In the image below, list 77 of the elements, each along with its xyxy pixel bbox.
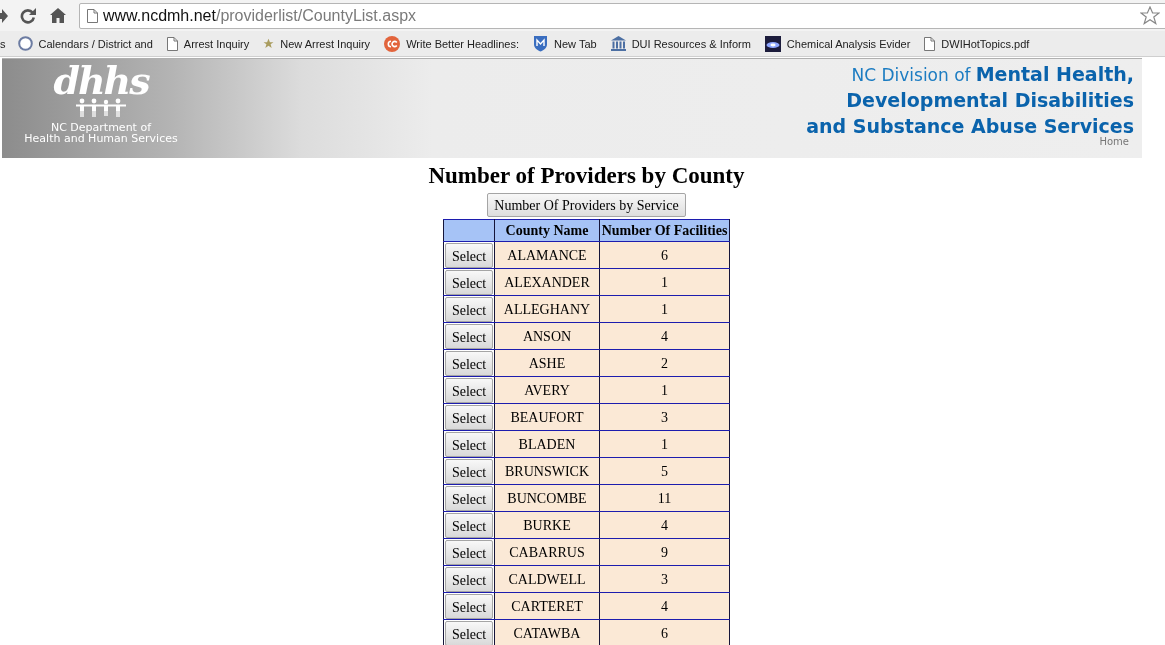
bookmark-link[interactable]: New Tab [526,34,604,53]
image-icon [764,35,781,52]
select-button[interactable]: Select [445,242,493,268]
reload-icon[interactable] [20,7,36,24]
select-button[interactable]: Select [445,539,493,565]
table-cell: ASHE [494,349,600,377]
bookmark-link[interactable]: Chemical Analysis Evider [757,34,918,53]
bookmark-link[interactable]: DWIHotTopics.pdf [917,34,1037,53]
table-cell: CABARRUS [494,538,600,566]
table-cell: BRUNSWICK [494,457,600,485]
table-cell: 4 [599,322,730,350]
bookmark-link[interactable]: s [0,34,11,53]
select-button[interactable]: Select [445,566,493,592]
table-cell: 4 [599,592,730,620]
division-title: NC Division of Mental Health, Developmental Disabilities and Substance Abuse Services [806,62,1134,137]
table-cell: CATAWBA [494,619,600,645]
table-cell: 11 [599,484,730,512]
table-cell: 1 [599,376,730,404]
table-cell: ANSON [494,322,600,350]
page-title: Number of Providers by County [428,162,745,190]
table-cell: BEAUFORT [494,403,600,431]
table-cell: 1 [599,268,730,296]
table-cell: BLADEN [494,430,600,458]
page-icon [87,8,98,23]
select-button[interactable]: Select [445,512,493,538]
select-button[interactable]: Select [445,458,493,484]
table-cell: 6 [599,619,730,645]
table-cell: 6 [599,241,730,269]
disc-icon [384,35,401,52]
logo-wordmark: dhhs [53,64,149,98]
table-cell: AVERY [494,376,600,404]
select-button[interactable]: Select [445,350,493,376]
select-button[interactable]: Select [445,620,493,645]
table-cell: 9 [599,538,730,566]
department-name: NC Department of Health and Human Services [24,122,178,144]
table-cell: CALDWELL [494,565,600,593]
home-icon[interactable] [50,8,66,23]
select-button[interactable]: Select [445,593,493,619]
home-link[interactable]: Home [1099,136,1129,147]
column-header: County Name [494,219,600,242]
select-button[interactable]: Select [445,296,493,322]
table-cell: 3 [599,565,730,593]
ring-icon [17,36,33,51]
bookmark-link[interactable]: New Arrest Inquiry [256,34,378,53]
page-icon [166,36,178,51]
table-cell: 4 [599,511,730,539]
address-field[interactable]: www.ncdmh.net/providerlist/CountyList.aspx [79,2,1165,29]
select-button[interactable]: Select [445,485,493,511]
table-cell: 3 [599,403,730,431]
bookmark-link[interactable]: DUI Resources & Inform [603,34,758,53]
page-icon [924,36,936,51]
table-cell: ALLEGHANY [494,295,600,323]
column-header: Number Of Facilities [599,219,730,242]
table-cell: ALAMANCE [494,241,600,269]
table-cell: BUNCOMBE [494,484,600,512]
table-cell: ALEXANDER [494,268,600,296]
people-icon [75,98,127,117]
table-cell: 1 [599,295,730,323]
table-cell: 1 [599,430,730,458]
service-button[interactable]: Number Of Providers by Service [487,193,686,217]
star-icon[interactable] [1140,6,1160,25]
select-button[interactable]: Select [445,404,493,430]
table-cell: 2 [599,349,730,377]
select-button[interactable]: Select [445,377,493,403]
shield-icon [533,35,549,52]
building-icon [610,36,626,51]
select-button[interactable]: Select [445,269,493,295]
forward-icon[interactable] [0,8,8,23]
bookmark-link[interactable]: Calendars / District and [10,34,160,53]
bookmark-link[interactable]: Arrest Inquiry [159,34,257,53]
table-cell: 5 [599,457,730,485]
select-button[interactable]: Select [445,323,493,349]
select-button[interactable]: Select [445,431,493,457]
bookmark-link[interactable]: Write Better Headlines: [377,34,527,53]
table-cell: CARTERET [494,592,600,620]
table-cell: BURKE [494,511,600,539]
star-icon [263,38,275,49]
